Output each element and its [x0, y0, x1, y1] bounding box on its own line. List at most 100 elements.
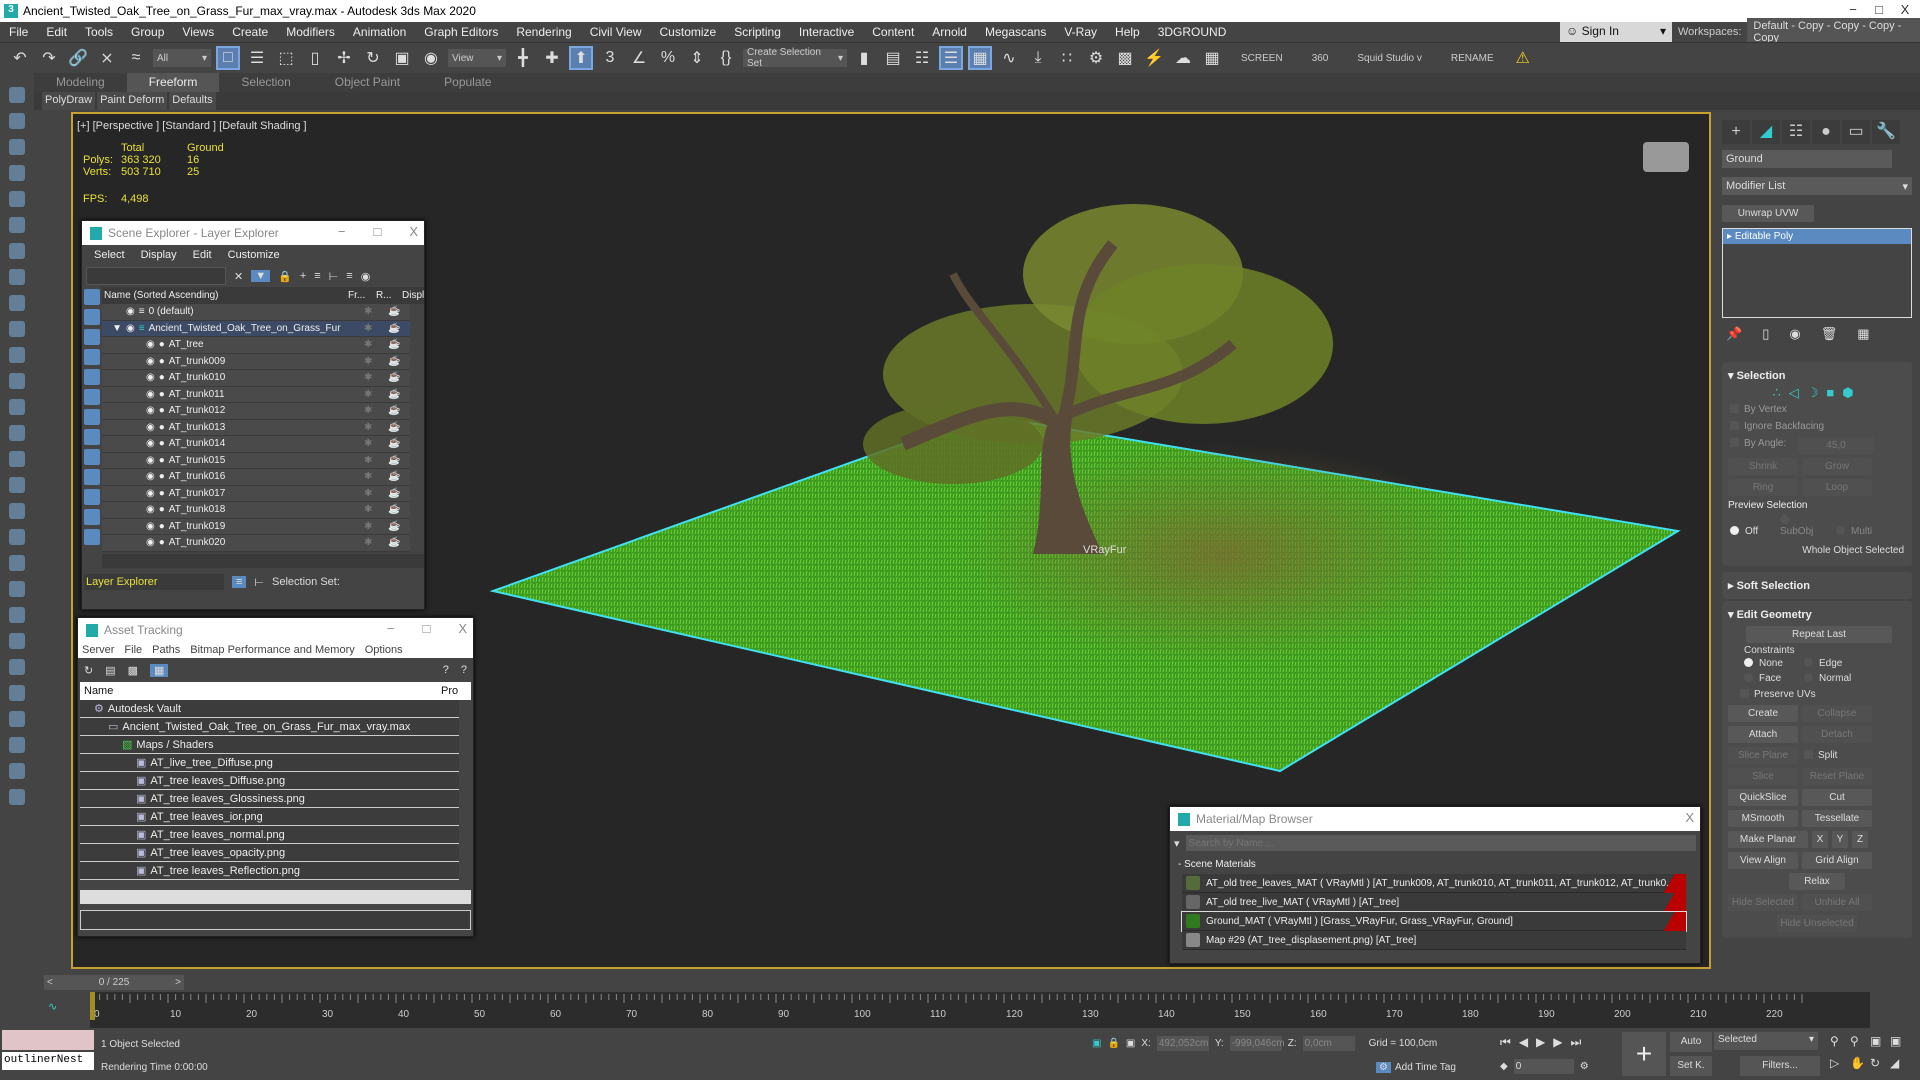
soft-selection-rollout[interactable]: ▸ Soft Selection	[1722, 572, 1912, 599]
asset-row[interactable]: ▣ AT_live_tree_Diffuse.png	[80, 754, 459, 772]
explorer-search-input[interactable]	[86, 267, 226, 285]
toggle-scene-explorer-icon[interactable]: ☷	[910, 46, 934, 70]
menu-content[interactable]: Content	[863, 25, 923, 39]
hierarchy-icon[interactable]: ⊢	[329, 270, 339, 283]
preserve-uvs-checkbox[interactable]: Preserve UVs	[1726, 686, 1908, 703]
curve-editor-mini-icon[interactable]: ∿	[48, 1000, 57, 1013]
layer-name[interactable]: AT_trunk011	[169, 389, 364, 400]
command-strip-tool-icon[interactable]	[9, 503, 25, 519]
scene-explorer-titlebar[interactable]: Scene Explorer - Layer Explorer − □ X	[82, 221, 424, 245]
layer-name[interactable]: AT_trunk020	[169, 537, 364, 548]
mirror-icon[interactable]: ▮	[852, 46, 876, 70]
column-name-header[interactable]: Name	[80, 685, 441, 697]
render-teapot-icon[interactable]: ☕	[388, 521, 410, 532]
command-strip-tool-icon[interactable]	[9, 659, 25, 675]
freeze-icon[interactable]: ✱	[364, 323, 388, 334]
make-planar-button[interactable]: Make Planar	[1728, 831, 1808, 848]
ribbon-paint-deform-button[interactable]: Paint Deform	[97, 92, 168, 110]
hierarchy-icon[interactable]: ⊢	[254, 576, 264, 589]
command-strip-tool-icon[interactable]	[9, 165, 25, 181]
selection-rollout-header[interactable]: ▾ Selection	[1726, 366, 1908, 385]
explorer-filter-icon[interactable]	[84, 509, 100, 525]
remove-modifier-icon[interactable]: 🗑	[1821, 326, 1838, 342]
auto-key-button[interactable]: Auto	[1670, 1032, 1712, 1052]
layer-row[interactable]: ◉ ≡ 0 (default) ✱ ☕	[102, 304, 410, 321]
column-display-header[interactable]: Displ	[402, 290, 424, 301]
align-icon[interactable]: ▤	[881, 46, 905, 70]
prev-frame-icon[interactable]: <	[44, 975, 53, 990]
freeze-icon[interactable]: ✱	[364, 537, 388, 548]
render-in-cloud-icon[interactable]: ☁	[1171, 46, 1195, 70]
add-layer-icon[interactable]: +	[300, 270, 306, 282]
asset-row[interactable]: ▧ Maps / Shaders	[80, 736, 459, 754]
toggle-ribbon-icon[interactable]: ▦	[968, 46, 992, 70]
key-filters-button[interactable]: Filters...	[1740, 1056, 1820, 1076]
render-teapot-icon[interactable]: ☕	[388, 504, 410, 515]
next-frame-icon[interactable]: >	[175, 975, 184, 990]
maximize-viewport-icon[interactable]: ◢	[1890, 1056, 1910, 1070]
slice-button[interactable]: Slice	[1728, 768, 1798, 785]
visibility-eye-icon[interactable]: ◉	[146, 405, 155, 416]
constraint-edge-radio[interactable]: Edge	[1800, 656, 1860, 671]
freeze-icon[interactable]: ✱	[364, 438, 388, 449]
explorer-filter-icon[interactable]	[84, 489, 100, 505]
render-teapot-icon[interactable]: ☕	[388, 471, 410, 482]
asset-menu-options[interactable]: Options	[365, 644, 403, 656]
render-teapot-icon[interactable]: ☕	[388, 323, 410, 334]
render-teapot-icon[interactable]: ☕	[388, 438, 410, 449]
preview-multi-radio[interactable]: Multi	[1832, 524, 1882, 539]
layer-row[interactable]: ◉ ● AT_trunk018 ✱ ☕	[102, 502, 410, 519]
explorer-menu-edit[interactable]: Edit	[193, 249, 212, 261]
rename-button[interactable]: RENAME	[1439, 53, 1506, 64]
layer-name[interactable]: AT_trunk015	[169, 455, 364, 466]
close-button[interactable]: X	[1890, 2, 1920, 17]
tab-selection[interactable]: Selection	[219, 73, 312, 92]
layer-row[interactable]: ▼ ◉ ≡ Ancient_Twisted_Oak_Tree_on_Grass_Fur…	[102, 320, 410, 337]
asset-row[interactable]: ▣ AT_tree leaves_Reflection.png	[80, 862, 459, 880]
menu-interactive[interactable]: Interactive	[790, 25, 863, 39]
y-coordinate-field[interactable]: -999,046cm	[1229, 1036, 1285, 1051]
layer-row[interactable]: ◉ ● AT_trunk016 ✱ ☕	[102, 469, 410, 486]
minimize-button[interactable]: −	[387, 621, 395, 636]
command-strip-tool-icon[interactable]	[9, 633, 25, 649]
planar-x-button[interactable]: X	[1812, 831, 1828, 848]
explorer-filter-icon[interactable]	[84, 369, 100, 385]
layers-icon[interactable]: ≡	[314, 270, 320, 282]
layer-name[interactable]: AT_tree	[169, 339, 364, 350]
material-search-input[interactable]	[1185, 835, 1696, 851]
create-button[interactable]: Create	[1728, 705, 1798, 722]
visibility-eye-icon[interactable]: ◉	[146, 438, 155, 449]
view-align-button[interactable]: View Align	[1728, 852, 1798, 869]
asset-row[interactable]: ▣ AT_tree leaves_normal.png	[80, 826, 459, 844]
tab-freeform[interactable]: Freeform	[126, 73, 220, 92]
layers-stack-icon[interactable]: ≡	[232, 576, 247, 588]
hide-selected-button[interactable]: Hide Selected	[1728, 894, 1798, 911]
explorer-filter-icon[interactable]	[84, 449, 100, 465]
link-icon[interactable]: 🔗	[66, 46, 90, 70]
curve-editor-icon[interactable]: ∿	[997, 46, 1021, 70]
menu-scripting[interactable]: Scripting	[725, 25, 790, 39]
visibility-eye-icon[interactable]: ◉	[146, 455, 155, 466]
planar-y-button[interactable]: Y	[1832, 831, 1848, 848]
undo-icon[interactable]: ↶	[8, 46, 32, 70]
play-icon[interactable]: ▶	[1536, 1035, 1545, 1050]
dope-sheet-icon[interactable]: ⤓	[1026, 46, 1050, 70]
layer-name[interactable]: AT_trunk017	[169, 488, 364, 499]
time-slider-thumb[interactable]: <0 / 225 >	[44, 975, 184, 990]
pan-icon[interactable]: ✋	[1850, 1056, 1870, 1070]
key-mode-icon[interactable]: ◆	[1500, 1061, 1508, 1072]
close-button[interactable]: X	[458, 621, 467, 636]
z-coordinate-field[interactable]: 0,0cm	[1302, 1036, 1355, 1051]
render-teapot-icon[interactable]: ☕	[388, 306, 410, 317]
asset-tracking-titlebar[interactable]: Asset Tracking − □ X	[78, 618, 473, 642]
zoom-all-icon[interactable]: ⚲	[1850, 1034, 1870, 1048]
layer-row[interactable]: ◉ ● AT_trunk015 ✱ ☕	[102, 452, 410, 469]
percent-snap-icon[interactable]: %	[656, 46, 680, 70]
maxscript-listener[interactable]	[2, 1030, 94, 1050]
time-tag-icon[interactable]: ⚙	[1376, 1062, 1391, 1073]
render-teapot-icon[interactable]: ☕	[388, 422, 410, 433]
zoom-extents-icon[interactable]: ▣	[1870, 1034, 1890, 1048]
window-crossing-icon[interactable]: ▯	[303, 46, 327, 70]
menu-modifiers[interactable]: Modifiers	[277, 25, 344, 39]
add-time-tag-button[interactable]: Add Time Tag	[1395, 1062, 1456, 1073]
